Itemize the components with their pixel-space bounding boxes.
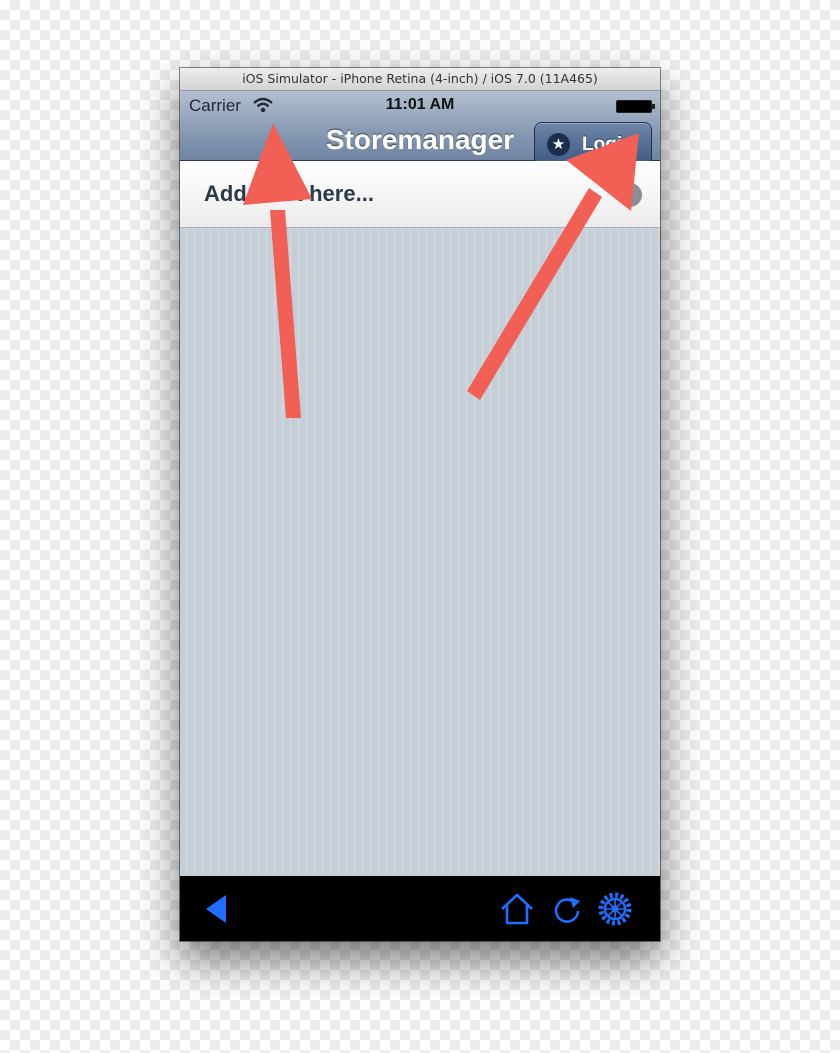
annotation-arrows xyxy=(243,123,639,418)
annotation-arrow-right xyxy=(467,133,639,400)
annotation-arrow-left xyxy=(243,123,312,418)
